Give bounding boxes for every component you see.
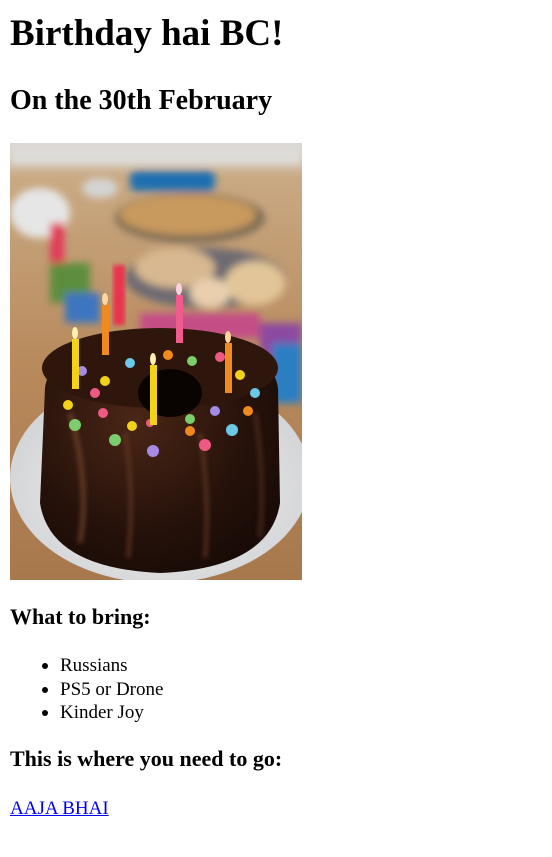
bullet-icon [42,663,48,669]
bullet-icon [42,710,48,716]
bring-list: Russians PS5 or Drone Kinder Joy [10,654,163,725]
list-item-label: Kinder Joy [60,702,144,723]
page-title: Birthday hai BC! [10,13,284,54]
birthday-cake-photo [10,143,302,580]
list-item-label: PS5 or Drone [60,678,164,700]
location-link[interactable]: AAJA BHAI [10,797,109,821]
list-item: PS5 or Drone [42,678,164,702]
what-to-bring-heading: What to bring: [10,604,151,629]
list-item-label: Russians [60,655,128,676]
location-heading: This is where you need to go: [10,746,283,771]
list-item: Russians [42,654,163,678]
event-date-heading: On the 30th February [10,85,273,116]
list-item: Kinder Joy [42,701,163,725]
bullet-icon [42,686,48,693]
